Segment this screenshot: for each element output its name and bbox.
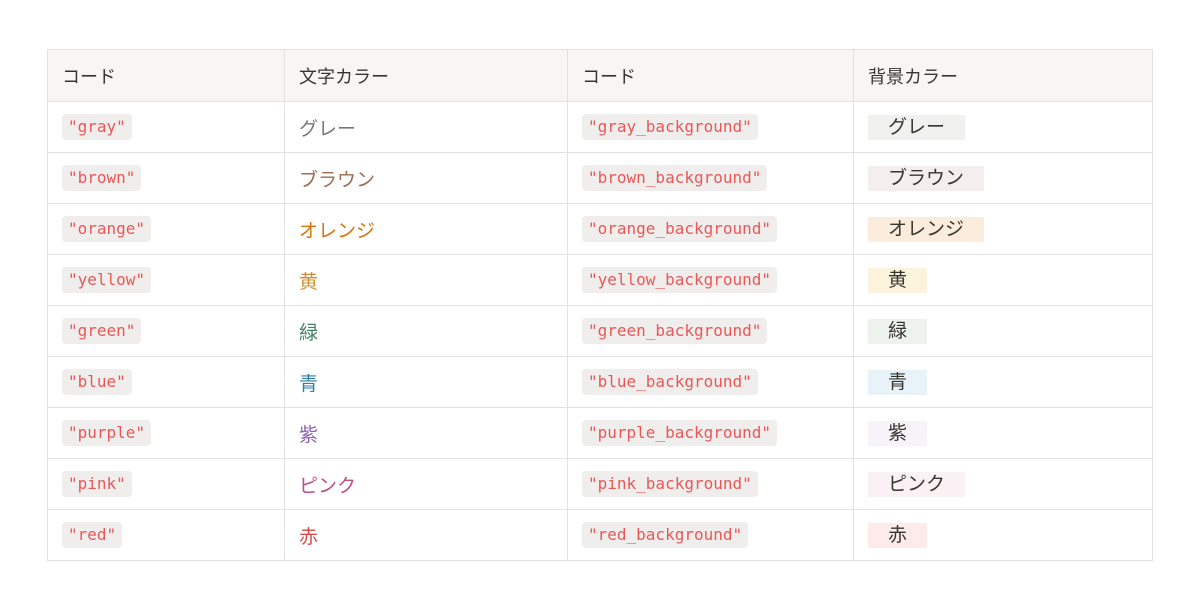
bg-color-sample: オレンジ [868,216,985,242]
cell-bg-color: 黄 [853,254,1153,306]
bg-color-sample: 黄 [868,267,928,293]
color-reference-table-container: コード 文字カラー コード 背景カラー "gray" グレー "gray_backg… [47,49,1153,561]
cell-code: "blue" [47,356,285,408]
cell-text-color: 赤 [284,509,568,561]
cell-bg-color: 紫 [853,407,1153,459]
cell-text-color: グレー [284,101,568,153]
text-color-sample: 黄 [299,270,319,293]
cell-code: "gray" [47,101,285,153]
bg-color-sample: グレー [868,114,966,140]
cell-bg-color: ブラウン [853,152,1153,204]
cell-bg-code: "yellow_background" [567,254,854,306]
cell-bg-color: グレー [853,101,1153,153]
text-color-sample: 青 [299,372,319,395]
code-text: "brown" [62,165,142,191]
cell-text-color: ブラウン [284,152,568,204]
text-color-sample: 緑 [299,321,319,344]
cell-bg-color: 青 [853,356,1153,408]
cell-text-color: 緑 [284,305,568,357]
header-bg-color: 背景カラー [853,49,1153,102]
bg-code-text: "purple_background" [582,420,778,446]
table-row: "blue" 青 "blue_background" 青 [47,356,1153,408]
cell-code: "red" [47,509,285,561]
cell-code: "yellow" [47,254,285,306]
table-row: "gray" グレー "gray_background" グレー [47,101,1153,153]
table-row: "orange" オレンジ "orange_background" オレンジ [47,203,1153,255]
cell-bg-code: "gray_background" [567,101,854,153]
cell-bg-code: "pink_background" [567,458,854,510]
cell-text-color: 青 [284,356,568,408]
table-body: "gray" グレー "gray_background" グレー "brown" ブラウン… [47,101,1153,561]
bg-color-sample: 緑 [868,318,928,344]
cell-text-color: オレンジ [284,203,568,255]
cell-code: "orange" [47,203,285,255]
cell-code: "brown" [47,152,285,204]
cell-bg-code: "orange_background" [567,203,854,255]
code-text: "pink" [62,471,132,497]
text-color-sample: グレー [299,117,357,140]
cell-text-color: 黄 [284,254,568,306]
code-text: "yellow" [62,267,152,293]
code-text: "purple" [62,420,152,446]
cell-bg-code: "green_background" [567,305,854,357]
cell-bg-color: 緑 [853,305,1153,357]
table-row: "yellow" 黄 "yellow_background" 黄 [47,254,1153,306]
cell-code: "pink" [47,458,285,510]
bg-color-sample: ピンク [868,471,966,497]
code-text: "orange" [62,216,152,242]
cell-bg-color: ピンク [853,458,1153,510]
code-text: "gray" [62,114,132,140]
bg-color-sample: 青 [868,369,928,395]
header-bg-code: コード [567,49,854,102]
cell-bg-code: "purple_background" [567,407,854,459]
table-row: "pink" ピンク "pink_background" ピンク [47,458,1153,510]
bg-color-sample: 紫 [868,420,928,446]
code-text: "blue" [62,369,132,395]
bg-code-text: "gray_background" [582,114,758,140]
cell-code: "purple" [47,407,285,459]
text-color-sample: 赤 [299,525,319,548]
table-row: "red" 赤 "red_background" 赤 [47,509,1153,561]
cell-bg-code: "blue_background" [567,356,854,408]
cell-bg-color: オレンジ [853,203,1153,255]
table-header-row: コード 文字カラー コード 背景カラー [47,49,1153,102]
header-text-color: 文字カラー [284,49,568,102]
bg-code-text: "pink_background" [582,471,758,497]
cell-text-color: ピンク [284,458,568,510]
bg-code-text: "blue_background" [582,369,758,395]
bg-code-text: "green_background" [582,318,768,344]
text-color-sample: ブラウン [299,168,376,191]
bg-code-text: "red_background" [582,522,749,548]
bg-code-text: "yellow_background" [582,267,778,293]
code-text: "green" [62,318,142,344]
bg-color-sample: 赤 [868,522,928,548]
table-row: "brown" ブラウン "brown_background" ブラウン [47,152,1153,204]
cell-bg-color: 赤 [853,509,1153,561]
cell-bg-code: "red_background" [567,509,854,561]
bg-code-text: "brown_background" [582,165,768,191]
text-color-sample: 紫 [299,423,319,446]
bg-code-text: "orange_background" [582,216,778,242]
code-text: "red" [62,522,123,548]
table-row: "green" 緑 "green_background" 緑 [47,305,1153,357]
cell-code: "green" [47,305,285,357]
color-reference-table: コード 文字カラー コード 背景カラー "gray" グレー "gray_backg… [47,49,1153,561]
header-code: コード [47,49,285,102]
cell-text-color: 紫 [284,407,568,459]
text-color-sample: ピンク [299,474,357,497]
table-row: "purple" 紫 "purple_background" 紫 [47,407,1153,459]
bg-color-sample: ブラウン [868,165,985,191]
cell-bg-code: "brown_background" [567,152,854,204]
text-color-sample: オレンジ [299,219,376,242]
